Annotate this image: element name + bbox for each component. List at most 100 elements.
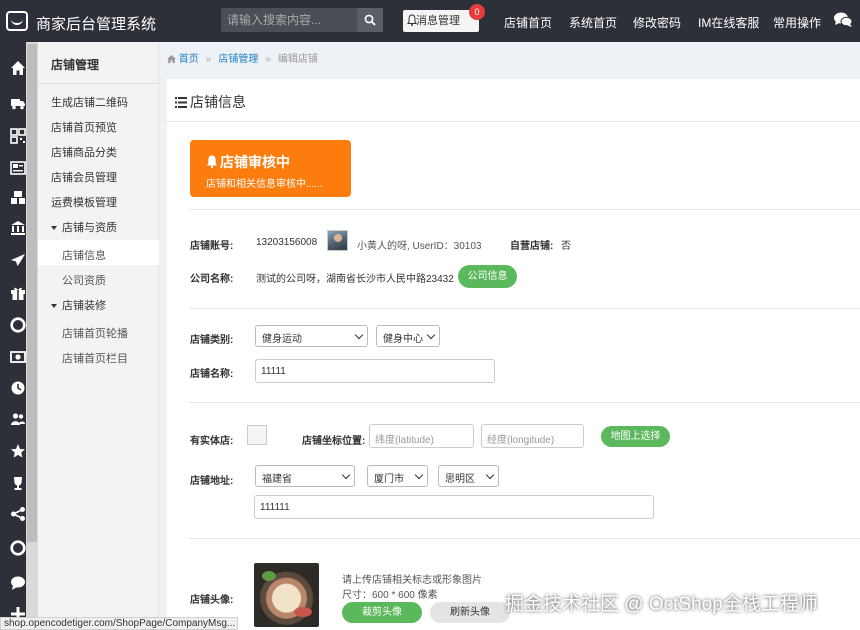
sidebar-title: 店铺管理 <box>38 42 159 84</box>
sidebar-group-label: 店铺与资质 <box>62 222 117 234</box>
shop-category-label: 店铺类别: <box>190 335 234 346</box>
physical-store-label: 有实体店: <box>190 436 234 447</box>
category-secondary-select[interactable]: 健身中心 <box>376 325 440 347</box>
shop-address-label: 店铺地址: <box>190 476 234 487</box>
refresh-avatar-button[interactable]: 刷新头像 <box>430 602 510 623</box>
nav-shop-home[interactable]: 店铺首页 <box>504 14 552 31</box>
divider <box>189 209 860 210</box>
shop-account-value: 13203156008 <box>256 237 318 248</box>
province-select[interactable]: 福建省 <box>255 465 355 487</box>
chevron-down-icon <box>414 470 424 480</box>
shop-name-label: 店铺名称: <box>190 369 234 380</box>
notice-title: 店铺审核中 <box>206 152 290 172</box>
sidebar-item-home-columns[interactable]: 店铺首页栏目 <box>62 350 128 366</box>
sidebar-item-company-qualification[interactable]: 公司资质 <box>62 272 106 288</box>
bank-icon[interactable] <box>10 220 26 236</box>
avatar-hint: 请上传店铺相关标志或形象图片 <box>342 575 482 586</box>
divider <box>189 402 860 403</box>
longitude-input[interactable]: 经度(longitude) <box>481 424 584 448</box>
sidebar-item-qrcode[interactable]: 生成店铺二维码 <box>51 94 128 110</box>
trophy-icon[interactable] <box>10 475 26 491</box>
sidebar-item-goods-category[interactable]: 店铺商品分类 <box>51 144 117 160</box>
province-value: 福建省 <box>262 474 292 485</box>
home-icon[interactable] <box>10 60 26 76</box>
breadcrumb-shop-manage[interactable]: 店铺管理 <box>218 54 258 65</box>
map-select-button[interactable]: 地图上选择 <box>601 426 670 447</box>
search-input[interactable] <box>221 8 357 32</box>
clock-icon[interactable] <box>10 380 26 396</box>
notice-title-text: 店铺审核中 <box>220 154 290 170</box>
physical-store-checkbox[interactable] <box>247 425 267 445</box>
divider <box>189 308 860 309</box>
panel-title-text: 店铺信息 <box>190 94 246 110</box>
lifebuoy-icon[interactable] <box>10 317 26 333</box>
search-box <box>221 8 383 32</box>
self-operated-label: 自营店铺: <box>510 241 554 252</box>
sidebar-item-shop-info[interactable]: 店铺信息 <box>62 247 106 263</box>
shop-account-label: 店铺账号: <box>190 241 234 252</box>
sidebar-item-members[interactable]: 店铺会员管理 <box>51 169 117 185</box>
sidebar-group-label: 店铺装修 <box>62 300 106 312</box>
category-secondary-value: 健身中心 <box>383 334 423 345</box>
latitude-placeholder: 纬度(latitude) <box>375 435 434 446</box>
city-value: 厦门市 <box>374 474 404 485</box>
nav-im-service[interactable]: IM在线客服 <box>698 14 759 31</box>
plane-icon[interactable] <box>10 252 26 268</box>
home-icon <box>167 55 176 63</box>
sidebar: 店铺管理 生成店铺二维码 店铺首页预览 店铺商品分类 店铺会员管理 运费模板管理… <box>38 42 159 630</box>
truck-icon[interactable] <box>10 95 26 111</box>
rail-scroll-thumb[interactable] <box>27 44 37 542</box>
latitude-input[interactable]: 纬度(latitude) <box>369 424 474 448</box>
nav-change-password[interactable]: 修改密码 <box>633 14 681 31</box>
sidebar-group-shop-decoration[interactable]: 店铺装修 <box>51 297 106 313</box>
star-icon[interactable] <box>10 443 26 459</box>
district-select[interactable]: 思明区 <box>438 465 499 487</box>
sidebar-item-home-preview[interactable]: 店铺首页预览 <box>51 119 117 135</box>
city-select[interactable]: 厦门市 <box>367 465 428 487</box>
user-avatar <box>327 230 348 251</box>
message-label: 消息管理 <box>416 15 460 27</box>
top-bar: 商家后台管理系统 消息管理 0 店铺首页 系统首页 修改密码 IM在线客服 常用… <box>0 0 860 42</box>
lifering-icon[interactable] <box>10 540 26 556</box>
chevron-down-icon <box>341 470 351 480</box>
caret-down-icon <box>51 226 57 231</box>
message-count-badge: 0 <box>469 4 485 20</box>
users-icon[interactable] <box>10 411 26 427</box>
newspaper-icon[interactable] <box>10 160 26 176</box>
nav-common-actions[interactable]: 常用操作 <box>773 14 821 31</box>
avatar-size: 尺寸：600 * 600 像素 <box>342 590 438 601</box>
panel-title: 店铺信息 <box>175 92 246 112</box>
address-detail-input[interactable]: 111111 <box>254 495 654 519</box>
search-button[interactable] <box>357 8 383 32</box>
chat-icon[interactable] <box>833 11 853 29</box>
user-info-text: 小黄人的呀, UserID：30103 <box>357 241 482 252</box>
comment-icon[interactable] <box>10 575 26 591</box>
bell-icon <box>407 14 417 26</box>
breadcrumb-current: 编辑店铺 <box>277 54 318 65</box>
shop-name-input[interactable]: 11111 <box>255 359 495 383</box>
money-icon[interactable] <box>10 349 26 365</box>
gift-icon[interactable] <box>10 285 26 301</box>
list-icon <box>175 97 187 108</box>
company-info-button[interactable]: 公司信息 <box>458 265 517 288</box>
sidebar-group-shop-qualification[interactable]: 店铺与资质 <box>51 219 117 235</box>
divider <box>167 121 860 122</box>
breadcrumb-separator: » <box>265 54 271 65</box>
share-icon[interactable] <box>10 506 26 522</box>
chevron-down-icon <box>354 330 364 340</box>
category-primary-select[interactable]: 健身运动 <box>255 325 368 347</box>
breadcrumb: 首页 » 店铺管理 » 编辑店铺 <box>167 50 318 65</box>
self-operated-value: 否 <box>561 241 571 252</box>
category-primary-value: 健身运动 <box>262 334 302 345</box>
shop-info-panel: 店铺信息 店铺审核中 店铺和相关信息审核中...... 店铺账号: 132031… <box>167 79 860 630</box>
message-button[interactable]: 消息管理 <box>403 10 479 32</box>
nav-system-home[interactable]: 系统首页 <box>569 14 617 31</box>
breadcrumb-separator: » <box>205 54 212 65</box>
breadcrumb-home[interactable]: 首页 <box>179 54 199 65</box>
crop-avatar-button[interactable]: 裁剪头像 <box>342 602 422 623</box>
sidebar-item-shipping-template[interactable]: 运费模板管理 <box>51 194 117 210</box>
qrcode-icon[interactable] <box>10 128 26 144</box>
sidebar-item-home-carousel[interactable]: 店铺首页轮播 <box>62 325 128 341</box>
cubes-icon[interactable] <box>10 190 26 206</box>
search-icon <box>364 14 376 26</box>
